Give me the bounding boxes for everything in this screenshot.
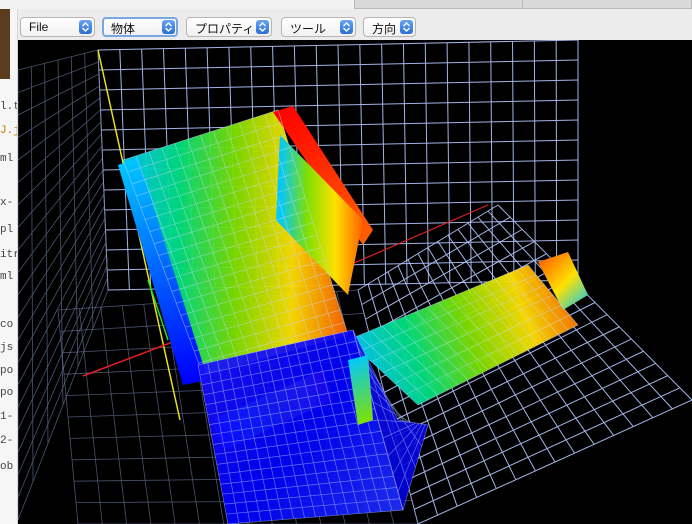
browser-tab[interactable] (523, 0, 692, 9)
3d-scene (18, 40, 692, 524)
background-text-fragment: ob (0, 461, 14, 473)
background-text-fragment: js (0, 342, 14, 354)
tools-menu-label: ツール (290, 22, 327, 36)
browser-tab[interactable] (355, 0, 523, 9)
property-menu-select[interactable]: プロパティ (186, 17, 272, 37)
file-menu-label: File (29, 20, 49, 34)
file-menu-select[interactable]: File (20, 17, 95, 37)
floor-grid-line (417, 399, 692, 524)
direction-menu-select[interactable]: 方向 (363, 17, 416, 37)
property-menu-label: プロパティ (195, 22, 255, 36)
background-text-fragment: l.t (0, 101, 18, 113)
select-arrows-icon (340, 20, 353, 34)
background-text-fragment: 2- (0, 435, 14, 447)
background-window-image (0, 9, 10, 79)
background-text-fragment: ml (0, 153, 14, 165)
background-text-fragment: J.j (0, 125, 18, 137)
background-text-fragment: ml (0, 271, 14, 283)
background-text-fragment: x- (0, 197, 14, 209)
left-wall-grid-line (18, 133, 102, 228)
background-text-fragment: po (0, 365, 14, 377)
background-text-fragment: po (0, 387, 14, 399)
menu-toolbar: File 物体 プロパティ ツール 方向 (18, 9, 692, 40)
background-editor-window: l.t J.j ml x-pl itr ml co js po po 1- 2- ob (0, 9, 18, 524)
object-menu-select[interactable]: 物体 (102, 17, 178, 37)
3d-viewport-canvas[interactable] (18, 40, 692, 524)
background-text-fragment: itr (0, 249, 18, 261)
select-arrows-icon (162, 20, 175, 34)
floor-grid-line (414, 387, 681, 510)
app-root: l.t J.j ml x-pl itr ml co js po po 1- 2- ob File 物体 … (0, 0, 692, 524)
direction-menu-label: 方向 (372, 22, 397, 36)
browser-tab-strip (0, 0, 692, 9)
background-text-fragment: 1- (0, 411, 14, 423)
browser-tab-active[interactable] (0, 0, 355, 9)
select-arrows-icon (256, 20, 269, 34)
select-arrows-icon (400, 20, 413, 34)
object-menu-label: 物体 (111, 22, 136, 36)
left-wall-grid-line (18, 289, 109, 521)
background-text-fragment: co (0, 319, 14, 331)
background-text-fragment: pl (0, 224, 14, 236)
left-wall-grid-line (18, 277, 108, 498)
select-arrows-icon (79, 20, 92, 34)
left-wall-grid-line (18, 241, 107, 431)
tools-menu-select[interactable]: ツール (281, 17, 356, 37)
